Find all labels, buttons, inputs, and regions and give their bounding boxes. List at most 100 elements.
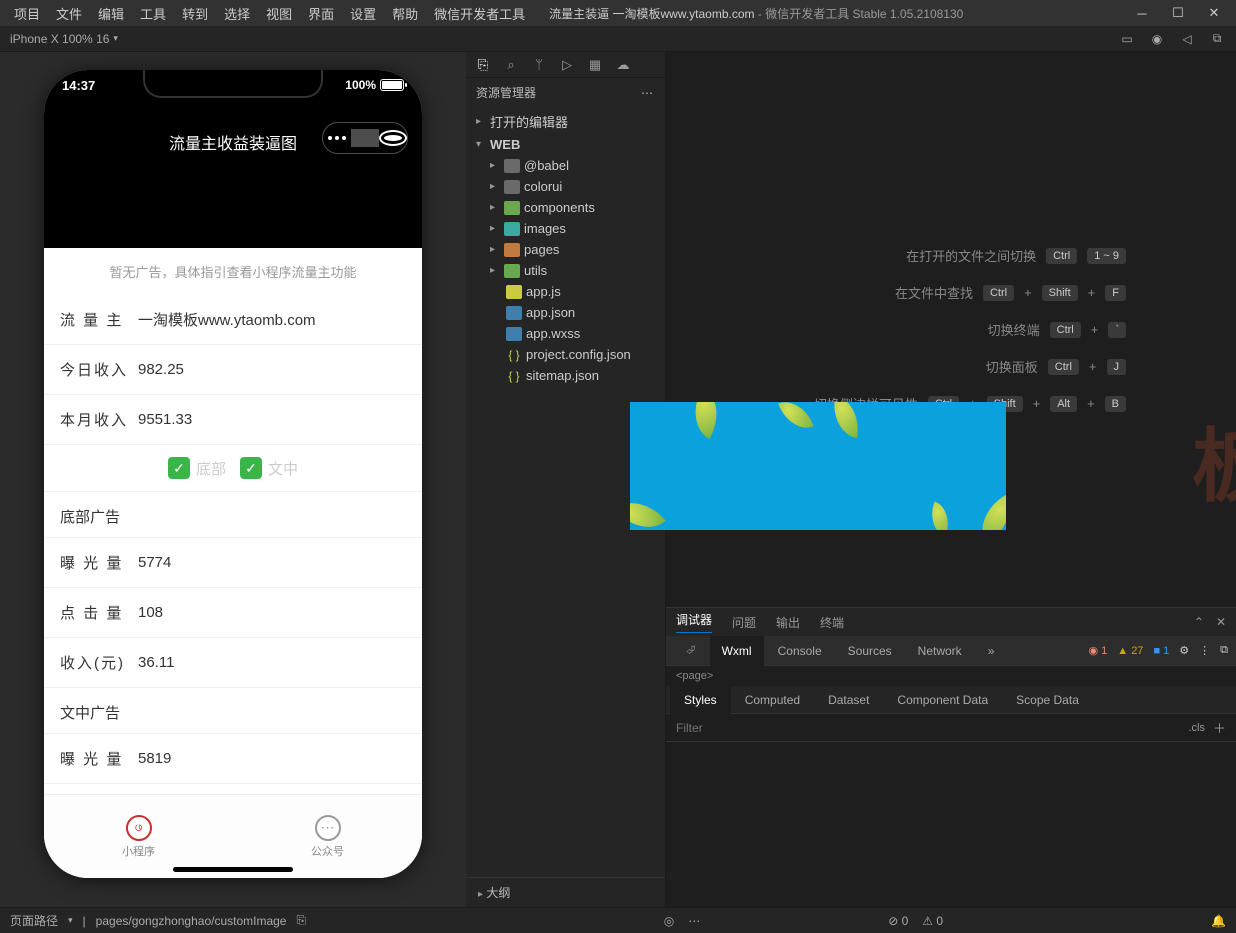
- debug-icon[interactable]: ▷: [558, 57, 576, 73]
- row-owner: 流 量 主一淘模板www.ytaomb.com: [44, 295, 422, 345]
- devtools-tab-output[interactable]: 输出: [776, 614, 800, 631]
- tree-file[interactable]: app.js: [466, 281, 665, 302]
- component-data-tab[interactable]: Component Data: [883, 686, 1002, 714]
- devtools-tab-debugger[interactable]: 调试器: [676, 611, 712, 633]
- devtools-console[interactable]: Console: [766, 636, 834, 666]
- devtools-network[interactable]: Network: [906, 636, 974, 666]
- tree-folder[interactable]: ▸images: [466, 218, 665, 239]
- outline-section[interactable]: ▸ 大纲: [466, 877, 665, 907]
- chevron-up-icon[interactable]: ⌃: [1194, 615, 1204, 629]
- extension-icon[interactable]: ▦: [586, 57, 604, 73]
- route-path[interactable]: pages/gongzhonghao/customImage: [96, 914, 287, 928]
- check-middle[interactable]: ✓文中: [240, 457, 298, 479]
- wxml-tree[interactable]: <page>: [666, 666, 1236, 686]
- tab-miniprogram[interactable]: ဖ 小程序: [44, 795, 233, 878]
- tree-open-editors[interactable]: ▸打开的编辑器: [466, 109, 665, 134]
- cloud-icon[interactable]: ☁: [614, 57, 632, 73]
- git-icon[interactable]: ᛘ: [530, 57, 548, 72]
- phone-notch: [143, 70, 323, 98]
- devtools-wxml[interactable]: Wxml: [710, 636, 764, 666]
- bell-icon[interactable]: 🔔: [1211, 914, 1226, 928]
- status-warnings[interactable]: ⚠ 0: [922, 914, 943, 928]
- tree-root[interactable]: ▾WEB: [466, 134, 665, 155]
- tree-file[interactable]: app.json: [466, 302, 665, 323]
- row-bottom-income: 收入(元)36.11: [44, 638, 422, 688]
- menu-goto[interactable]: 转到: [174, 4, 216, 23]
- menu-ui[interactable]: 界面: [300, 4, 342, 23]
- more-icon[interactable]: ⋯: [641, 86, 655, 100]
- warning-badge[interactable]: ▲ 27: [1117, 645, 1143, 657]
- menu-wechat-devtools[interactable]: 微信开发者工具: [426, 4, 533, 23]
- devtools-sources[interactable]: Sources: [836, 636, 904, 666]
- close-icon[interactable]: ✕: [1216, 615, 1226, 629]
- status-errors[interactable]: ⊘ 0: [888, 914, 908, 928]
- section-bottom-ad: 底部广告: [44, 492, 422, 538]
- tab-official-account[interactable]: ⋯ 公众号: [233, 795, 422, 878]
- window-maximize[interactable]: ☐: [1162, 1, 1194, 25]
- mute-icon[interactable]: ◁: [1178, 31, 1196, 46]
- capsule-close-icon[interactable]: [379, 130, 407, 146]
- check-icon: ✓: [168, 457, 190, 479]
- tree-folder[interactable]: ▸components: [466, 197, 665, 218]
- tree-folder[interactable]: ▸utils: [466, 260, 665, 281]
- search-icon[interactable]: ⌕: [502, 57, 520, 73]
- menu-settings[interactable]: 设置: [342, 4, 384, 23]
- devtools-panel: 调试器 问题 输出 终端 ⌃ ✕ ⮰ Wxml Console Sources …: [666, 607, 1236, 907]
- dock-icon[interactable]: ⧉: [1220, 644, 1228, 657]
- menu-tools[interactable]: 工具: [132, 4, 174, 23]
- status-bar: 页面路径 ▾ | pages/gongzhonghao/customImage …: [0, 907, 1236, 933]
- record-icon[interactable]: ◉: [1148, 31, 1166, 46]
- dataset-tab[interactable]: Dataset: [814, 686, 883, 714]
- menu-view[interactable]: 视图: [258, 4, 300, 23]
- chevron-down-icon[interactable]: ▾: [68, 915, 73, 926]
- menu-file[interactable]: 文件: [48, 4, 90, 23]
- devtools-tab-terminal[interactable]: 终端: [820, 614, 844, 631]
- row-bottom-clicks: 点 击 量108: [44, 588, 422, 638]
- more-icon[interactable]: ⋯: [688, 914, 700, 928]
- cls-toggle[interactable]: .cls: [1188, 722, 1205, 734]
- section-mid-ad: 文中广告: [44, 688, 422, 734]
- copy-icon[interactable]: ⎘: [296, 913, 306, 928]
- menu-help[interactable]: 帮助: [384, 4, 426, 23]
- ad-notice: 暂无广告，具体指引查看小程序流量主功能: [44, 248, 422, 295]
- tab-bar: ဖ 小程序 ⋯ 公众号: [44, 794, 422, 878]
- layers-icon[interactable]: ⧉: [1208, 31, 1226, 46]
- tree-file[interactable]: { }sitemap.json: [466, 365, 665, 386]
- hide-icon[interactable]: ◎: [664, 914, 674, 928]
- scope-data-tab[interactable]: Scope Data: [1002, 686, 1093, 714]
- error-badge[interactable]: ◉ 1: [1088, 644, 1107, 657]
- row-month-income: 本月收入9551.33: [44, 395, 422, 445]
- devtools-more[interactable]: »: [976, 636, 1007, 666]
- phone-icon[interactable]: ▭: [1118, 31, 1136, 46]
- computed-tab[interactable]: Computed: [731, 686, 814, 714]
- gear-icon[interactable]: ⚙: [1179, 644, 1189, 657]
- window-minimize[interactable]: ─: [1126, 1, 1158, 25]
- tree-folder[interactable]: ▸colorui: [466, 176, 665, 197]
- styles-filter-input[interactable]: [676, 721, 1188, 735]
- inspect-icon[interactable]: ⮰: [674, 636, 708, 666]
- menu-select[interactable]: 选择: [216, 4, 258, 23]
- check-bottom[interactable]: ✓底部: [168, 457, 226, 479]
- simulator-panel: 14:37 100% 流量主收益装逼图 暂无广告，具体指引查看小程序流量主功能 …: [0, 52, 466, 907]
- menu-project[interactable]: 项目: [6, 4, 48, 23]
- device-selector[interactable]: iPhone X 100% 16▾: [0, 32, 128, 46]
- tree-file[interactable]: { }project.config.json: [466, 344, 665, 365]
- tree-folder[interactable]: ▸pages: [466, 239, 665, 260]
- window-close[interactable]: ✕: [1198, 1, 1230, 25]
- add-rule-icon[interactable]: ＋: [1213, 718, 1226, 737]
- device-toolbar: iPhone X 100% 16▾ ▭ ◉ ◁ ⧉: [0, 26, 1236, 52]
- styles-tab[interactable]: Styles: [670, 686, 731, 714]
- kebab-icon[interactable]: ⋮: [1199, 644, 1210, 657]
- row-today-income: 今日收入982.25: [44, 345, 422, 395]
- info-badge[interactable]: ■ 1: [1153, 645, 1169, 657]
- tree-file[interactable]: app.wxss: [466, 323, 665, 344]
- explorer-icon[interactable]: ⎘: [474, 57, 492, 73]
- devtools-tab-problems[interactable]: 问题: [732, 614, 756, 631]
- home-indicator: [173, 867, 293, 872]
- editor-area: 在打开的文件之间切换Ctrl1 ~ 9 在文件中查找Ctrl+Shift+F 切…: [666, 52, 1236, 907]
- capsule-menu-icon[interactable]: [323, 136, 351, 140]
- mini-program-capsule[interactable]: [322, 122, 408, 154]
- row-bottom-exposure: 曝 光 量5774: [44, 538, 422, 588]
- tree-folder[interactable]: ▸@babel: [466, 155, 665, 176]
- menu-edit[interactable]: 编辑: [90, 4, 132, 23]
